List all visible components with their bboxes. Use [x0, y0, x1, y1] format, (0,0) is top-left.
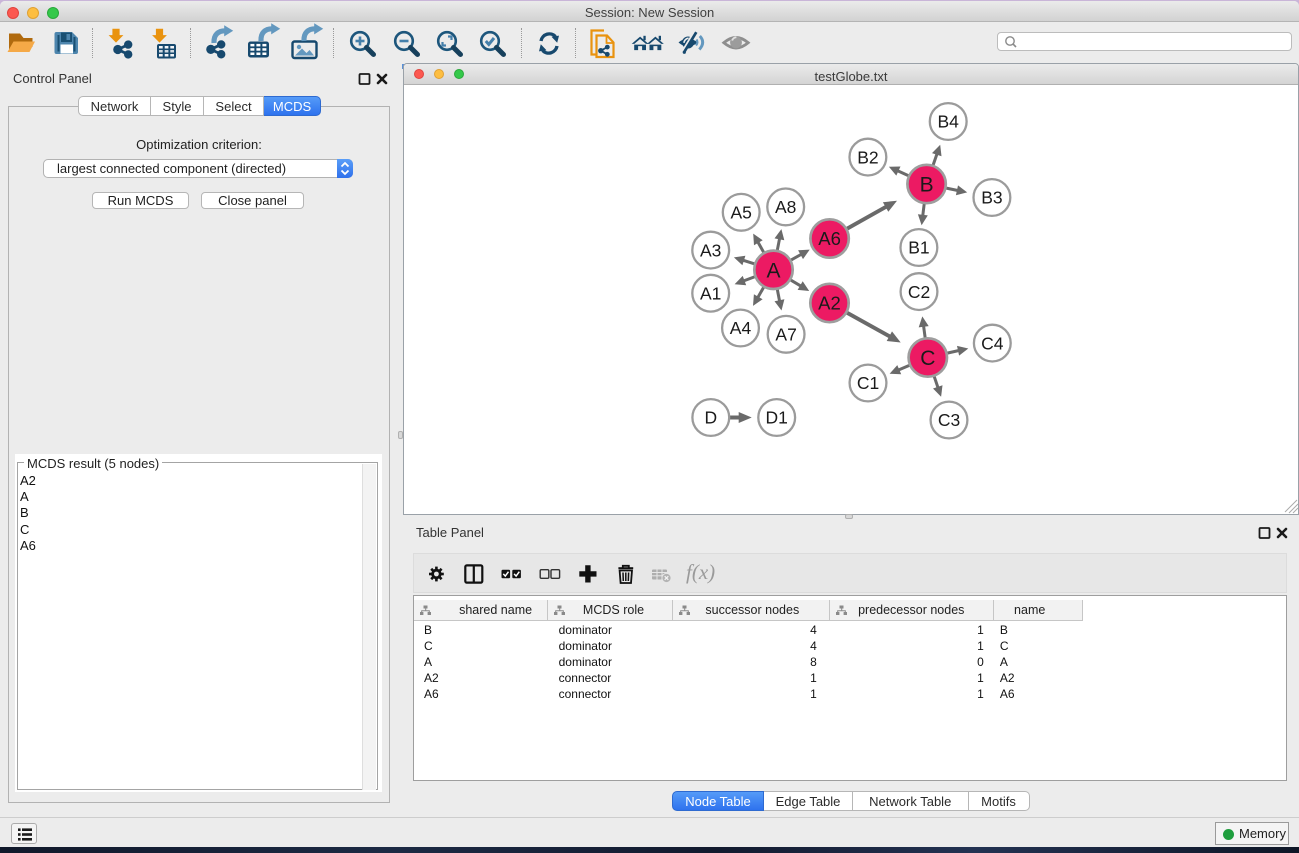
svg-text:C1: C1 [857, 373, 879, 393]
svg-text:C3: C3 [938, 410, 960, 430]
svg-text:A6: A6 [818, 228, 841, 249]
svg-text:B3: B3 [981, 188, 1002, 208]
svg-text:A1: A1 [700, 283, 721, 303]
svg-text:A7: A7 [775, 325, 796, 345]
svg-text:D: D [704, 408, 717, 428]
svg-text:A5: A5 [730, 203, 751, 223]
svg-text:A3: A3 [700, 240, 721, 260]
svg-text:C4: C4 [981, 333, 1004, 353]
svg-text:B2: B2 [857, 147, 878, 167]
svg-text:A8: A8 [775, 197, 796, 217]
svg-text:B: B [920, 174, 934, 197]
svg-text:A4: A4 [730, 318, 752, 338]
svg-text:A2: A2 [818, 293, 841, 314]
svg-text:B1: B1 [908, 238, 929, 258]
svg-text:D1: D1 [766, 408, 788, 428]
svg-text:A: A [766, 259, 780, 282]
svg-text:B4: B4 [937, 112, 959, 132]
svg-text:C: C [920, 347, 935, 370]
svg-text:C2: C2 [908, 282, 930, 302]
